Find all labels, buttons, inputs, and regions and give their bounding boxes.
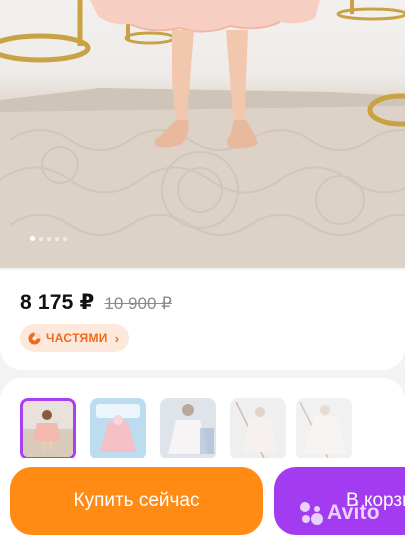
buy-now-button[interactable]: Купить сейчас	[10, 467, 263, 535]
current-price: 8 175 ₽	[20, 291, 95, 314]
gallery-dot[interactable]	[30, 236, 35, 241]
thumbnail-image	[296, 398, 352, 460]
photo-illustration	[0, 0, 405, 268]
thumbnail-1[interactable]	[20, 398, 76, 460]
thumbnail-image	[90, 398, 146, 460]
installments-badge[interactable]: ЧАСТЯМИ ›	[20, 324, 130, 352]
gallery-dot[interactable]	[47, 236, 51, 241]
gallery-dots	[30, 236, 67, 241]
thumbnail-2[interactable]	[90, 398, 146, 460]
thumbnail-image	[230, 398, 286, 460]
gallery-dot[interactable]	[63, 236, 67, 241]
thumbnail-5[interactable]	[296, 398, 352, 460]
pie-clock-icon	[28, 332, 41, 344]
price-row: 8 175 ₽ 10 900 ₽	[20, 290, 172, 315]
watermark-text: Avito	[327, 501, 380, 524]
gallery-dot[interactable]	[55, 236, 59, 241]
avito-logo-icon	[300, 502, 323, 525]
price-card: 8 175 ₽ 10 900 ₽ ЧАСТЯМИ ›	[0, 270, 405, 370]
installments-label: ЧАСТЯМИ	[46, 331, 108, 345]
chevron-right-icon: ›	[114, 330, 120, 346]
thumbnail-3[interactable]	[160, 398, 216, 460]
gallery-dot[interactable]	[39, 236, 43, 241]
bottom-action-bar: Купить сейчас В корзину	[0, 458, 405, 540]
old-price: 10 900 ₽	[104, 294, 172, 313]
avito-watermark: Avito	[298, 500, 380, 526]
thumbnail-image	[160, 398, 216, 460]
thumbnail-image	[23, 401, 73, 457]
product-photo[interactable]	[0, 0, 405, 268]
thumbnail-4[interactable]	[230, 398, 286, 460]
product-page: 8 175 ₽ 10 900 ₽ ЧАСТЯМИ › Купить сейчас…	[0, 0, 405, 540]
